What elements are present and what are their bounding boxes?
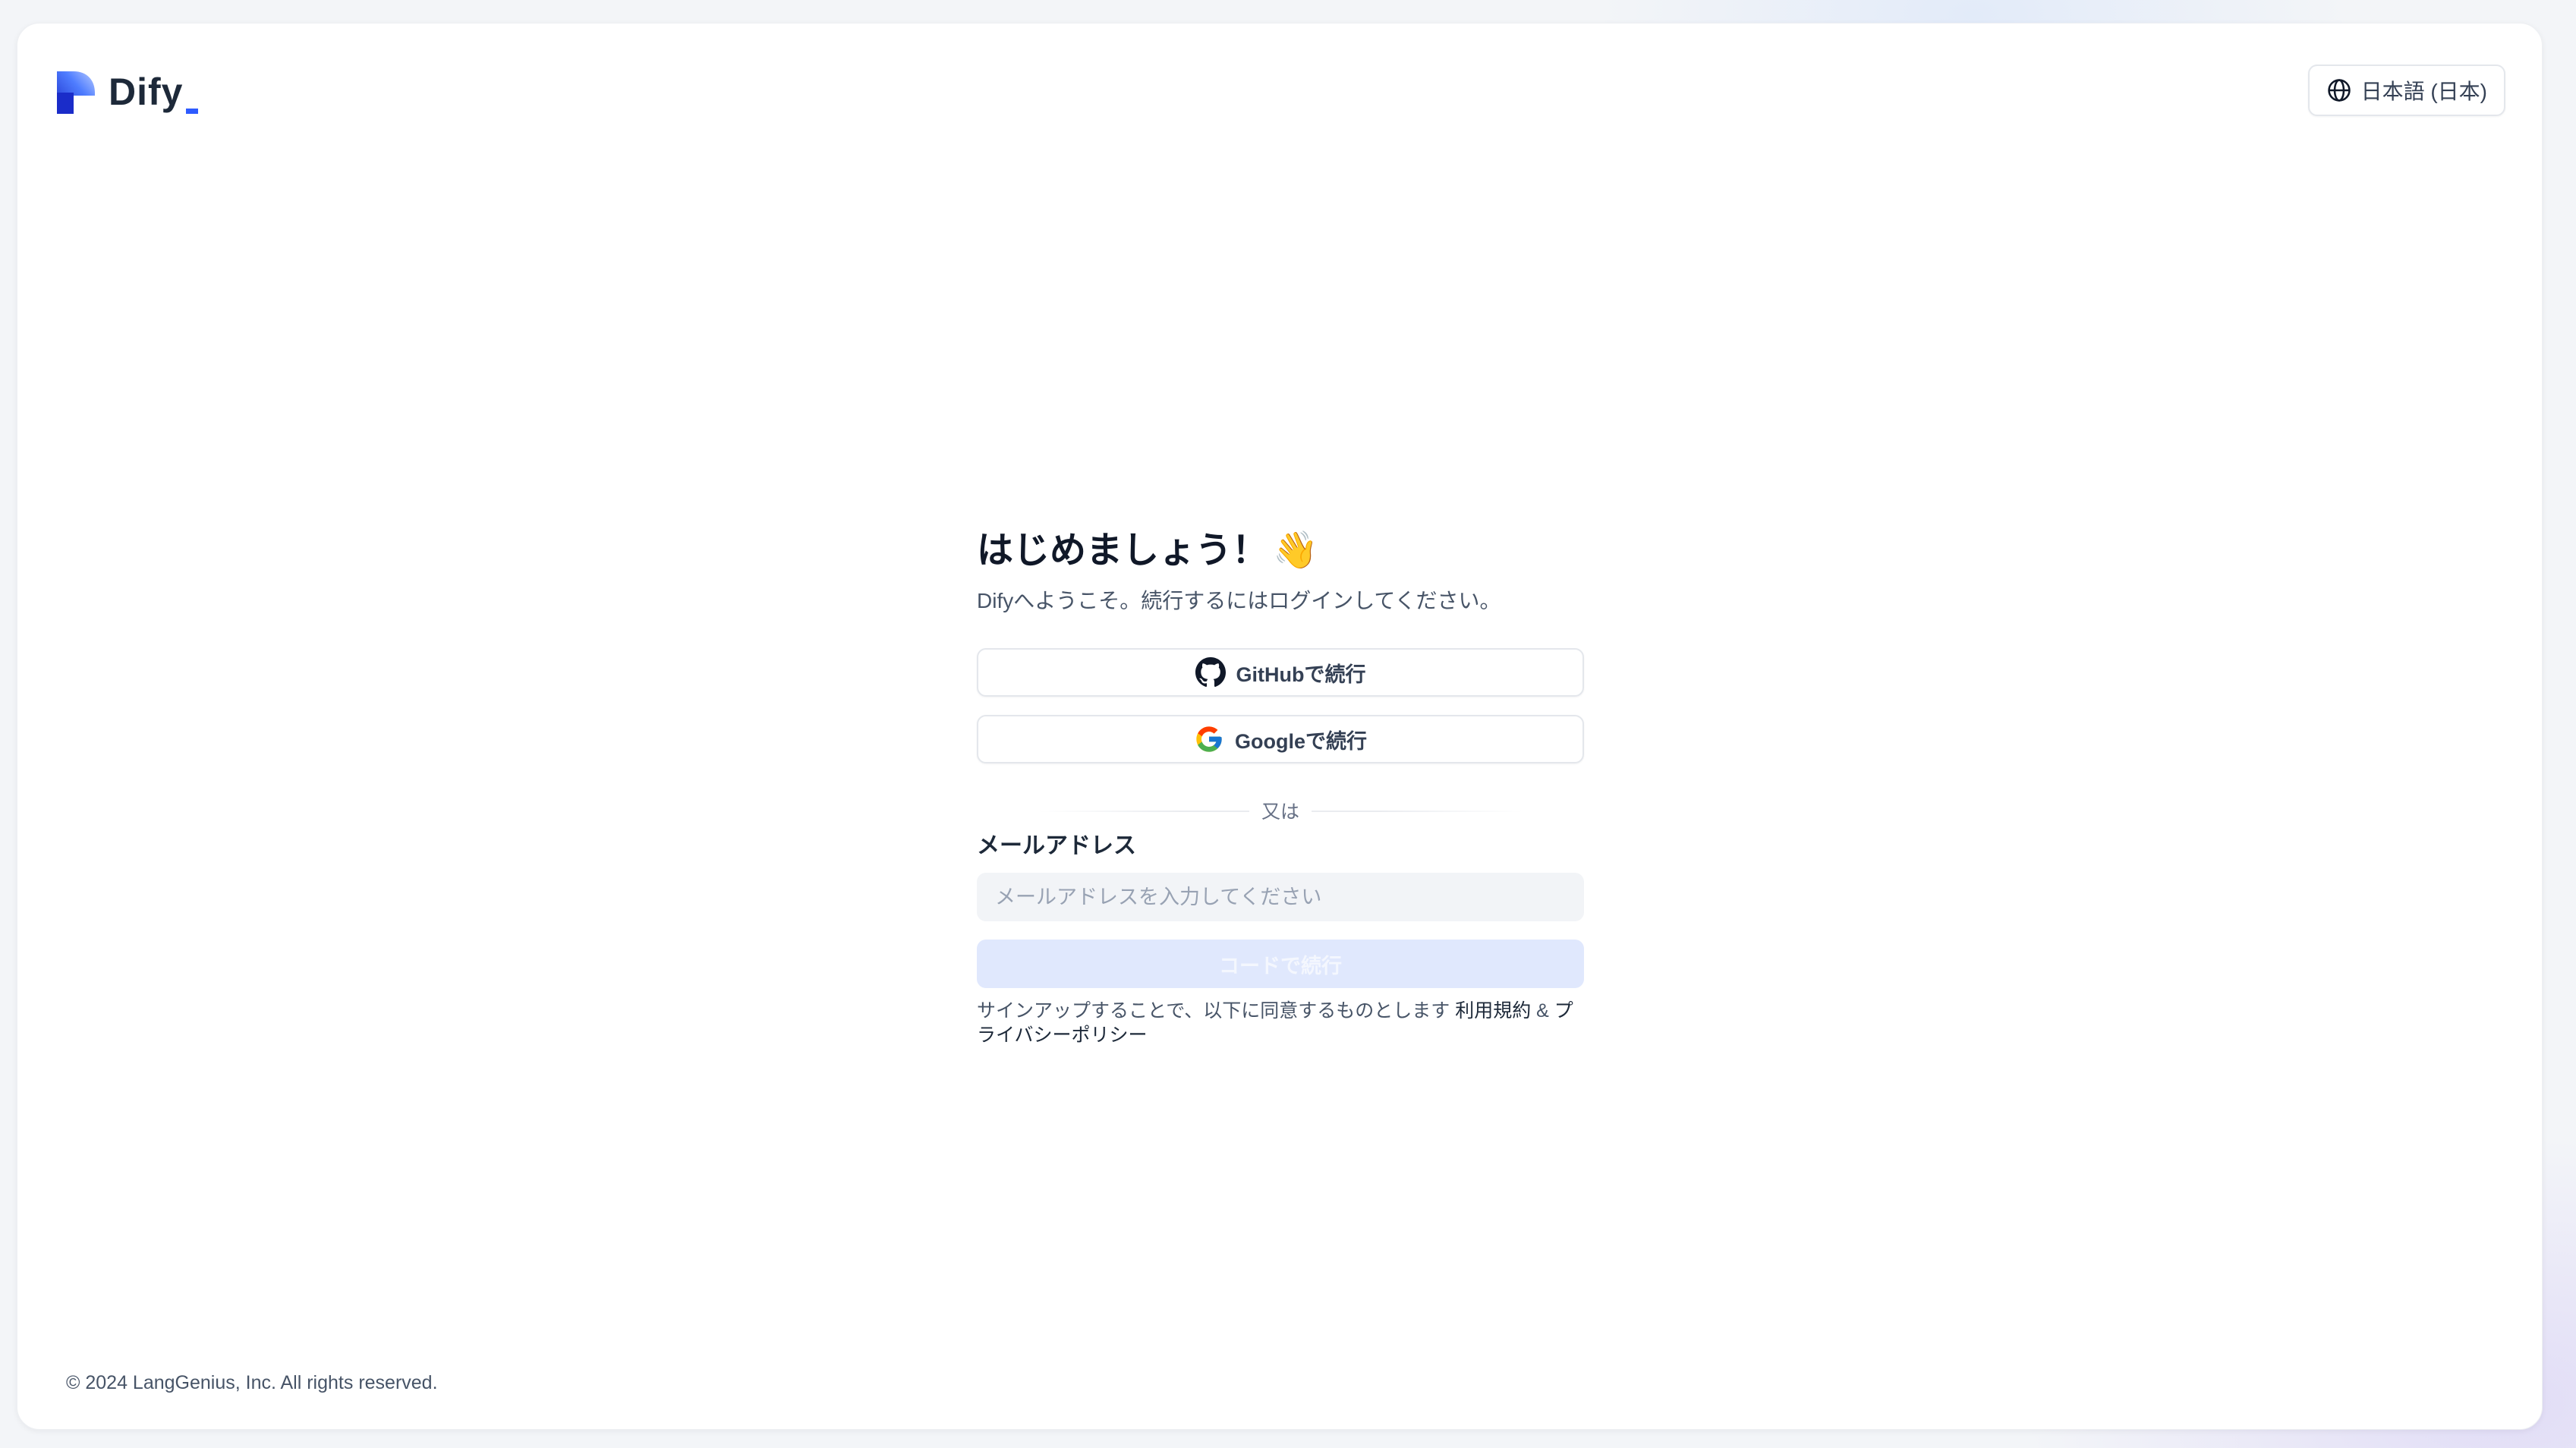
terms-notice: サインアップすることで、以下に同意するものとします 利用規約 & プライバシーポ… <box>977 999 1584 1047</box>
terms-prefix: サインアップすることで、以下に同意するものとします <box>977 1000 1456 1021</box>
copyright-footer: © 2024 LangGenius, Inc. All rights reser… <box>66 1372 438 1393</box>
page-title: はじめましょう！ 👋 <box>977 521 1584 581</box>
github-button-label: GitHubで続行 <box>1236 663 1366 686</box>
dify-logo-mark <box>57 71 95 114</box>
github-icon <box>1195 657 1226 688</box>
waving-hand-icon: 👋 <box>1273 530 1318 571</box>
email-field[interactable] <box>977 873 1584 921</box>
logo-cursor <box>186 109 199 114</box>
login-form: はじめましょう！ 👋 Difyへようこそ。続行するにはログインしてください。 G… <box>977 521 1584 1047</box>
globe-icon <box>2327 79 2351 102</box>
title-text: はじめましょう！ <box>977 530 1269 571</box>
email-label: メールアドレス <box>977 833 1136 858</box>
google-icon <box>1196 726 1222 752</box>
language-label: 日本語 (日本) <box>2360 80 2487 103</box>
google-button-label: Googleで続行 <box>1235 729 1367 753</box>
continue-with-code-button[interactable]: コードで続行 <box>977 940 1584 988</box>
github-login-button[interactable]: GitHubで続行 <box>977 648 1584 697</box>
google-login-button[interactable]: Googleで続行 <box>977 715 1584 763</box>
terms-and: & <box>1531 1000 1554 1021</box>
main-panel: Dify 日本語 (日本) はじめましょう！ 👋 Difyへようこそ。続行するに… <box>17 23 2543 1430</box>
terms-of-service-link[interactable]: 利用規約 <box>1455 1000 1531 1021</box>
language-selector[interactable]: 日本語 (日本) <box>2307 65 2505 116</box>
dify-logo: Dify <box>55 68 199 116</box>
or-divider: 又は <box>977 797 1584 824</box>
divider-text: 又は <box>1249 797 1312 824</box>
welcome-subtitle: Difyへようこそ。続行するにはログインしてください。 <box>977 589 1501 612</box>
logo-text: Dify <box>109 73 199 114</box>
